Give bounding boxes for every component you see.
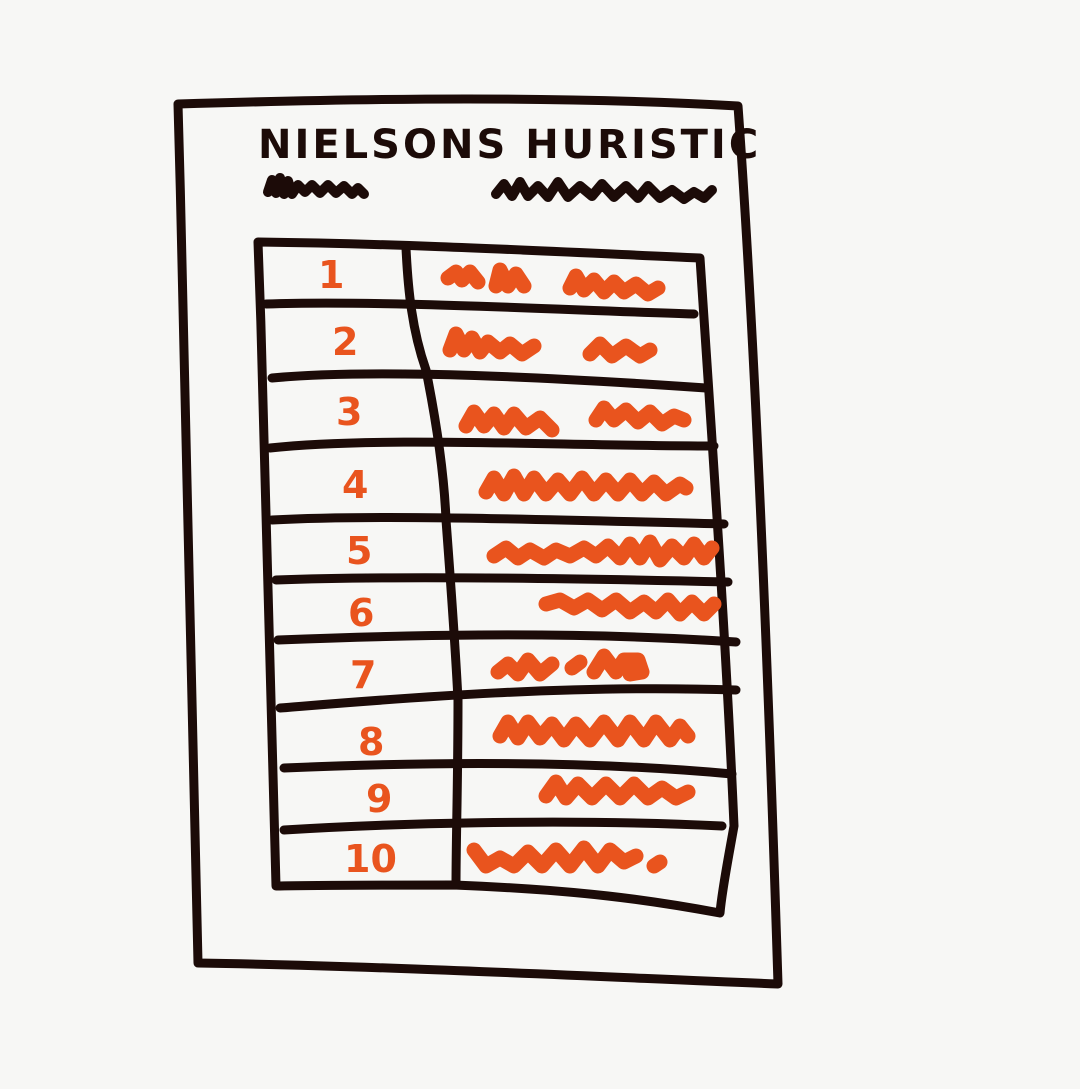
row-description-7 bbox=[490, 648, 650, 682]
row-description-3 bbox=[458, 400, 692, 438]
row-number-9: 9 bbox=[366, 777, 392, 821]
row-number-1: 1 bbox=[318, 253, 344, 297]
row-description-10 bbox=[466, 840, 668, 874]
row-number-2: 2 bbox=[332, 320, 358, 364]
row-dividers bbox=[261, 298, 741, 835]
heuristics-sketch: NIELSONS HURISTIC 1 2 3 4 5 6 7 8 9 10 bbox=[173, 94, 783, 989]
row-description-8 bbox=[492, 714, 696, 748]
subtitle-scribble-left bbox=[263, 173, 369, 199]
row-number-5: 5 bbox=[346, 529, 372, 573]
row-description-6 bbox=[538, 592, 722, 622]
row-number-4: 4 bbox=[342, 463, 368, 507]
row-numbers: 1 2 3 4 5 6 7 8 9 10 bbox=[318, 253, 397, 881]
row-description-1 bbox=[440, 262, 666, 302]
subtitle-scribble-right bbox=[491, 177, 717, 204]
row-number-10: 10 bbox=[344, 837, 397, 881]
row-description-4 bbox=[478, 468, 694, 502]
row-description-9 bbox=[538, 774, 696, 806]
row-number-8: 8 bbox=[358, 720, 384, 764]
page-title: NIELSONS HURISTIC bbox=[258, 122, 761, 168]
row-number-7: 7 bbox=[350, 653, 376, 697]
row-number-6: 6 bbox=[348, 591, 374, 635]
row-description-5 bbox=[486, 534, 720, 568]
row-number-3: 3 bbox=[336, 390, 362, 434]
row-description-scribbles bbox=[440, 262, 722, 874]
row-description-2 bbox=[442, 326, 658, 364]
